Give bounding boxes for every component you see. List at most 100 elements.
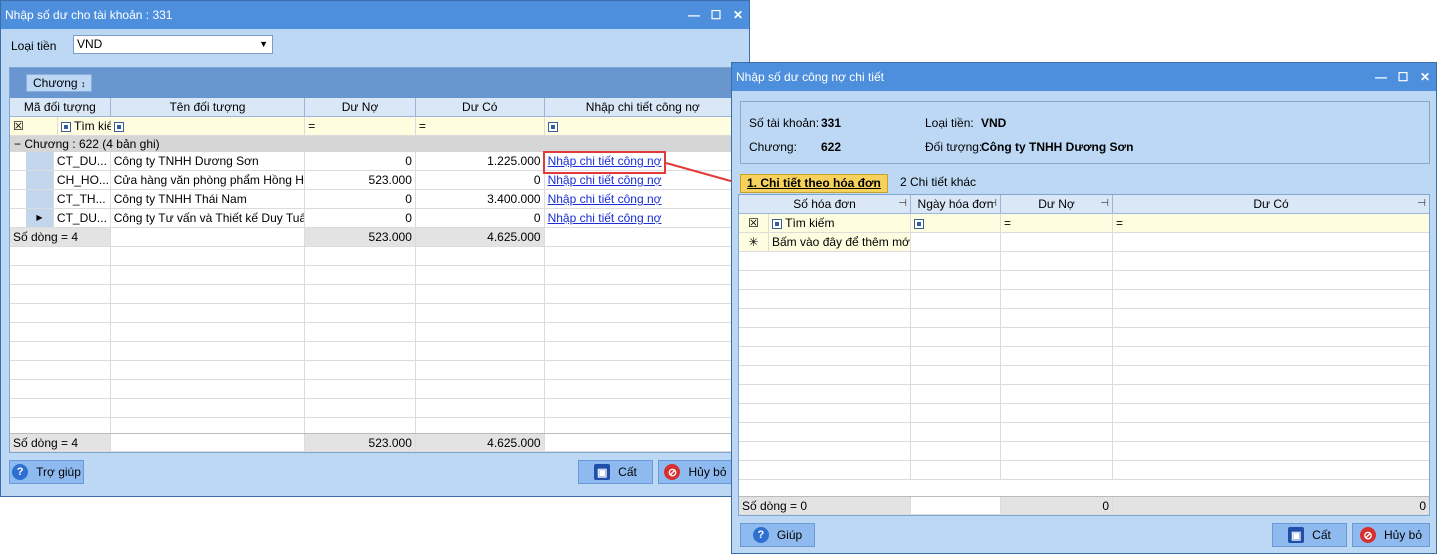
row-indicator[interactable] [25,152,54,170]
detail-footer-credit: 0 [1113,497,1429,514]
row-detail-link[interactable]: Nhập chi tiết công nợ [545,209,741,227]
col-header-detail[interactable]: Nhập chi tiết công nợ [545,98,741,116]
group-row[interactable]: − Chương : 622 (4 bản ghi) [10,136,741,152]
new-row[interactable]: ✳ Bấm vào đây để thêm mới [739,233,1429,252]
detail-grid: Số hóa đơn ⊣ Ngày hóa đơn ⊣ Dư Nợ ⊣ Dư Có ⊣ … [738,194,1430,516]
search-cell[interactable]: Tìm kiếm [58,117,111,135]
col-header-credit[interactable]: Dư Có [416,98,545,116]
detail-footer-count: Số dòng = 0 [739,497,911,514]
empty-row [10,247,741,266]
currency-label: Loại tiền [11,39,57,53]
cancel-icon: ⊘ [664,464,681,480]
checkbox-icon [914,218,924,229]
row-code[interactable]: CT_TH... [54,190,111,208]
minimize-icon[interactable]: — [1370,70,1392,84]
col-header-invoice-no[interactable]: Số hóa đơn ⊣ [739,195,911,213]
account-value: 331 [821,116,842,130]
filter-credit-cell[interactable]: = [416,117,545,135]
row-code[interactable]: CT_DU... [54,152,111,170]
filter-debit-cell[interactable]: = [1001,214,1113,232]
detail-titlebar: Nhập số dư công nợ chi tiết — ☐ ✕ [732,63,1436,91]
col-header-name[interactable]: Tên đối tượng [111,98,306,116]
row-debit[interactable]: 0 [305,209,416,227]
filter-edit-icon[interactable]: ☒ [10,117,58,135]
detail-help-button[interactable]: ? Giúp [740,523,815,547]
group-panel-chip[interactable]: Chương ↕ [26,74,93,92]
new-row-label[interactable]: Bấm vào đây để thêm mới [769,233,911,251]
collapse-icon[interactable]: − [14,137,21,151]
save-button[interactable]: ▣ Cất [578,460,653,484]
row-name[interactable]: Công ty Tư vấn và Thiết kế Duy Tuấn [111,209,306,227]
filter-date-cell[interactable] [911,214,1001,232]
footer-credit: 4.625.000 [415,434,545,451]
main-titlebar: Nhập số dư cho tài khoản : 331 — ☐ ✕ [1,1,749,29]
pin-icon[interactable]: ⊣ [1100,195,1109,213]
footer-count: Số dòng = 4 [10,434,111,451]
sort-icon: ↕ [80,79,86,89]
minimize-icon[interactable]: — [683,8,705,22]
row-debit[interactable]: 0 [305,152,416,170]
row-credit[interactable]: 3.400.000 [416,190,545,208]
row-credit[interactable]: 0 [416,209,545,227]
filter-name-cell[interactable] [111,117,306,135]
maximize-icon[interactable]: ☐ [705,8,727,22]
empty-row [739,271,1429,290]
table-row[interactable]: CT_TH... Công ty TNHH Thái Nam 0 3.400.000 N… [10,190,741,209]
main-window: Nhập số dư cho tài khoản : 331 — ☐ ✕ Loạ… [0,0,750,497]
new-row-cell[interactable] [911,233,1001,251]
row-credit[interactable]: 0 [416,171,545,189]
currency-select[interactable]: VND ▼ [73,35,273,54]
close-icon[interactable]: ✕ [727,8,749,22]
col-header-code[interactable]: Mã đối tượng [10,98,111,116]
row-credit[interactable]: 1.225.000 [416,152,545,170]
cancel-button[interactable]: ⊘ Hủy bỏ [658,460,733,484]
tab-other-detail[interactable]: 2 Chi tiết khác [894,174,982,193]
row-code[interactable]: CT_DU... [54,209,111,227]
filter-edit-icon[interactable]: ☒ [739,214,769,232]
col-header-credit[interactable]: Dư Có ⊣ [1113,195,1429,213]
row-code[interactable]: CH_HO... [54,171,111,189]
checkbox-icon [60,121,71,132]
detail-link[interactable]: Nhập chi tiết công nợ [548,192,662,206]
detail-grid-header: Số hóa đơn ⊣ Ngày hóa đơn ⊣ Dư Nợ ⊣ Dư Có ⊣ [739,195,1429,214]
currency-select-value: VND [77,37,103,51]
detail-link[interactable]: Nhập chi tiết công nợ [548,211,662,225]
close-icon[interactable]: ✕ [1414,70,1436,84]
detail-save-button[interactable]: ▣ Cất [1272,523,1347,547]
footer-blank2 [544,434,741,451]
pin-icon[interactable]: ⊣ [898,195,907,213]
col-header-debit[interactable]: Dư Nợ ⊣ [1001,195,1113,213]
empty-row [739,252,1429,271]
row-indicator[interactable] [25,171,54,189]
detail-search-label: Tìm kiếm [785,216,835,230]
row-name[interactable]: Công ty TNHH Thái Nam [111,190,306,208]
tab-invoice-detail[interactable]: 1. Chi tiết theo hóa đơn [740,174,888,193]
chevron-down-icon[interactable]: ▼ [259,36,268,53]
tab-invoice-label: 1. Chi tiết theo hóa đơn [747,176,881,190]
pin-icon[interactable]: ⊣ [1417,195,1426,213]
pin-icon[interactable]: ⊣ [988,195,997,213]
new-row-cell[interactable] [1001,233,1113,251]
row-name[interactable]: Công ty TNHH Dương Sơn [111,152,306,170]
filter-debit-cell[interactable]: = [305,117,416,135]
col-header-debit[interactable]: Dư Nợ [305,98,416,116]
filter-credit-cell[interactable]: = [1113,214,1429,232]
checkbox-icon [772,218,782,229]
col-header-invoice-date[interactable]: Ngày hóa đơn ⊣ [911,195,1001,213]
filter-detail-cell[interactable] [545,117,741,135]
row-debit[interactable]: 0 [305,190,416,208]
main-window-title: Nhập số dư cho tài khoản : 331 [5,8,173,22]
row-name[interactable]: Cửa hàng văn phòng phẩm Hồng Hà [111,171,306,189]
detail-cancel-button[interactable]: ⊘ Hủy bỏ [1352,523,1430,547]
new-row-cell[interactable] [1113,233,1429,251]
help-button[interactable]: ? Trợ giúp [9,460,84,484]
detail-footer-blank [911,497,1001,514]
row-debit[interactable]: 523.000 [305,171,416,189]
detail-search-cell[interactable]: Tìm kiếm [769,214,911,232]
row-indicator[interactable]: ▶ [25,209,54,227]
row-indicator[interactable] [25,190,54,208]
table-row[interactable]: ▶ CT_DU... Công ty Tư vấn và Thiết kế Duy … [10,209,741,228]
detail-link[interactable]: Nhập chi tiết công nợ [548,173,662,187]
object-label: Đối tượng: [925,140,983,154]
maximize-icon[interactable]: ☐ [1392,70,1414,84]
